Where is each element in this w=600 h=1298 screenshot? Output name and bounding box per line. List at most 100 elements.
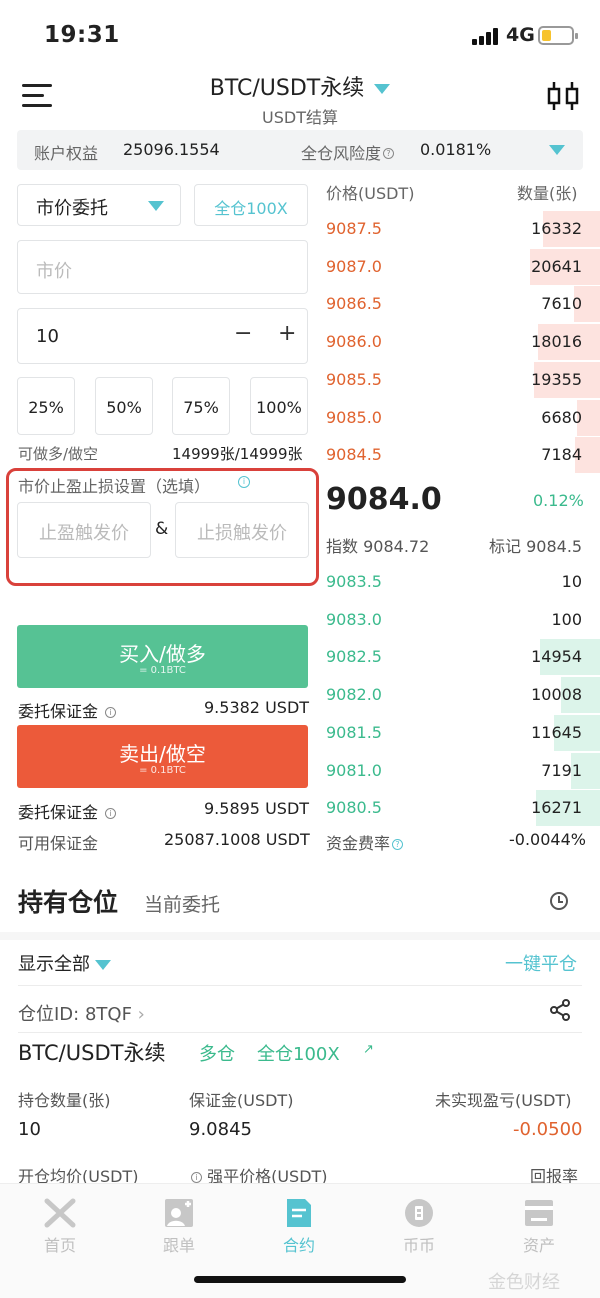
divider xyxy=(18,1032,582,1033)
funding-label-text: 资金费率 xyxy=(326,834,391,853)
help-icon[interactable]: i xyxy=(105,707,117,718)
equity-label: 账户权益 xyxy=(34,144,99,163)
buy-margin-label-text: 委托保证金 xyxy=(18,702,99,721)
bid-row[interactable]: 9083.5 10 xyxy=(324,569,582,595)
show-all-label: 显示全部 xyxy=(18,954,90,975)
bid-qty: 14954 xyxy=(531,647,582,667)
ask-row[interactable]: 9087.5 16332 xyxy=(324,211,600,247)
ask-row[interactable]: 9087.0 20641 xyxy=(324,248,600,285)
percent-25-button[interactable]: 25% xyxy=(17,377,75,435)
price-input[interactable]: 市价 xyxy=(17,240,308,294)
tab-assets-label: 资产 xyxy=(522,1236,555,1255)
home-indicator xyxy=(194,1276,406,1283)
ask-qty: 20641 xyxy=(531,256,582,276)
tab-coin[interactable]: 币币 xyxy=(379,1198,459,1256)
buy-margin-value: 9.5382 USDT xyxy=(204,698,310,717)
bid-row[interactable]: 9080.5 16271 xyxy=(324,790,600,827)
pnl-value: -0.0500 xyxy=(513,1119,583,1140)
bid-price: 9083.5 xyxy=(326,572,382,591)
bid-row[interactable]: 9082.0 10008 xyxy=(324,677,600,714)
dropdown-triangle-icon xyxy=(95,960,111,970)
share-icon[interactable] xyxy=(548,998,572,1022)
ask-qty: 7184 xyxy=(541,445,582,465)
show-all-filter[interactable]: 显示全部 xyxy=(18,950,111,976)
divider xyxy=(18,985,582,986)
ask-row[interactable]: 9086.5 7610 xyxy=(324,286,600,323)
equity-value: 25096.1554 xyxy=(123,140,220,159)
qty-label: 持仓数量(张) xyxy=(18,1091,111,1110)
buy-sub: = 0.1BTC xyxy=(139,665,186,676)
bid-price: 9082.0 xyxy=(326,685,382,705)
tab-coin-label: 币币 xyxy=(402,1236,435,1255)
quantity-stepper[interactable]: 10 − + xyxy=(17,308,308,364)
help-icon[interactable]: ? xyxy=(383,148,395,159)
sell-sub: = 0.1BTC xyxy=(139,765,186,776)
ask-row[interactable]: 9084.5 7184 xyxy=(324,437,600,474)
sell-short-button[interactable]: 卖出/做空 = 0.1BTC xyxy=(17,725,308,788)
leverage-button[interactable]: 全仓100X xyxy=(194,184,308,226)
coin-icon xyxy=(405,1199,433,1227)
tab-positions[interactable]: 持有仓位 xyxy=(18,883,118,919)
pnl-label: 未实现盈亏(USDT) xyxy=(435,1091,572,1110)
percent-100-button[interactable]: 100% xyxy=(250,377,308,435)
help-icon[interactable]: i xyxy=(191,1172,202,1183)
stop-loss-input[interactable]: 止损触发价 xyxy=(175,502,309,558)
ask-price: 9085.0 xyxy=(326,407,382,427)
bid-qty: 7191 xyxy=(541,760,582,780)
buy-long-button[interactable]: 买入/做多 = 0.1BTC xyxy=(17,625,308,688)
risk-label: 全仓风险度? xyxy=(301,140,395,164)
network-label: 4G xyxy=(506,24,535,46)
expand-triangle-icon[interactable] xyxy=(549,145,565,155)
account-info-bar[interactable]: 账户权益 25096.1554 全仓风险度? 0.0181% xyxy=(17,130,583,170)
available-label: 可做多/做空 xyxy=(18,445,99,463)
mark-value: 9084.5 xyxy=(526,537,583,556)
ask-row[interactable]: 9085.5 19355 xyxy=(324,361,600,398)
tab-assets[interactable]: 资产 xyxy=(499,1198,579,1256)
price-change: 0.12% xyxy=(533,491,584,510)
tab-copy-trade[interactable]: 跟单 xyxy=(139,1198,219,1256)
last-price: 9084.0 xyxy=(326,482,442,517)
signal-icon xyxy=(472,27,498,45)
assets-icon xyxy=(525,1200,553,1226)
help-icon[interactable]: ? xyxy=(392,839,404,850)
percent-50-button[interactable]: 50% xyxy=(95,377,153,435)
settlement-label: USDT结算 xyxy=(262,108,338,127)
help-icon[interactable]: i xyxy=(105,808,117,819)
sell-label: 卖出/做空 xyxy=(119,742,206,766)
bid-row[interactable]: 9083.0 100 xyxy=(324,607,582,633)
copy-trade-icon xyxy=(165,1199,193,1227)
home-x-icon xyxy=(44,1198,76,1228)
bid-qty: 10008 xyxy=(531,685,582,705)
position-id[interactable]: 仓位ID: 8TQF › xyxy=(18,1000,145,1026)
bid-row[interactable]: 9082.5 14954 xyxy=(324,639,600,676)
ask-price: 9086.5 xyxy=(326,294,382,314)
info-icon[interactable]: i xyxy=(238,476,250,488)
tab-contract-label: 合约 xyxy=(282,1236,315,1255)
take-profit-input[interactable]: 止盈触发价 xyxy=(17,502,151,558)
ask-row[interactable]: 9086.0 18016 xyxy=(324,324,600,361)
close-all-button[interactable]: 一键平仓 xyxy=(505,950,577,976)
tab-contract[interactable]: 合约 xyxy=(259,1198,339,1256)
external-link-icon[interactable]: ↗ xyxy=(363,1042,374,1057)
history-clock-icon[interactable] xyxy=(550,892,568,910)
plus-button[interactable]: + xyxy=(278,321,296,346)
bid-row[interactable]: 9081.0 7191 xyxy=(324,752,600,789)
tab-home[interactable]: 首页 xyxy=(20,1198,100,1256)
dropdown-triangle-icon xyxy=(148,201,164,211)
bid-price: 9082.5 xyxy=(326,647,382,667)
percent-75-button[interactable]: 75% xyxy=(172,377,230,435)
bid-qty: 100 xyxy=(551,609,582,629)
candlestick-chart-icon[interactable] xyxy=(546,80,580,112)
dropdown-triangle-icon xyxy=(374,84,391,94)
minus-button[interactable]: − xyxy=(234,321,252,346)
bid-row[interactable]: 9081.5 11645 xyxy=(324,714,600,751)
bid-qty: 10 xyxy=(561,572,582,591)
available-value: 14999张/14999张 xyxy=(172,445,303,463)
funding-label: 资金费率? xyxy=(326,830,404,854)
ask-row[interactable]: 9085.0 6680 xyxy=(324,399,600,436)
tpsl-header: 市价止盈止损设置（选填） xyxy=(18,477,211,496)
mark-price: 标记 9084.5 xyxy=(489,533,582,557)
tab-open-orders[interactable]: 当前委托 xyxy=(144,890,220,917)
order-type-select[interactable]: 市价委托 xyxy=(17,184,181,226)
page-title[interactable]: BTC/USDT永续 xyxy=(0,70,600,102)
